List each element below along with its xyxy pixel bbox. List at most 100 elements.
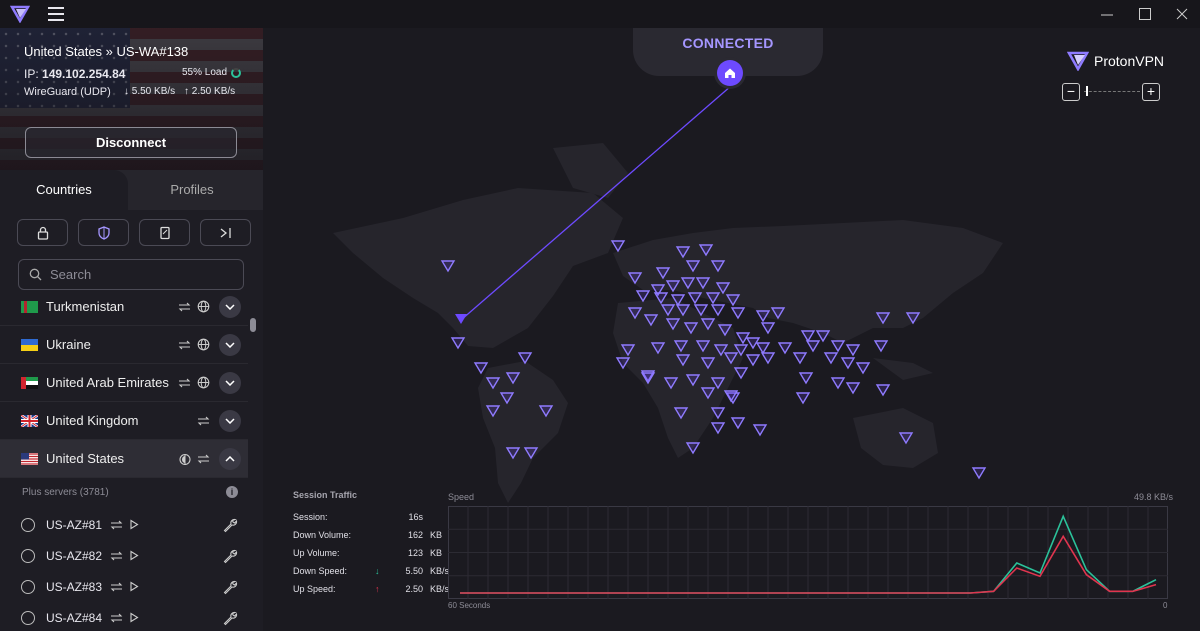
server-pin-icon[interactable] xyxy=(635,290,651,303)
server-pin-icon[interactable] xyxy=(760,352,776,365)
server-pin-icon[interactable] xyxy=(687,292,703,305)
expand-button[interactable] xyxy=(219,295,241,318)
turkmenistan-flag-icon xyxy=(21,300,38,313)
server-pin-icon[interactable] xyxy=(610,240,626,253)
connect-radio[interactable] xyxy=(21,579,35,594)
filter-secure-core-button[interactable] xyxy=(17,219,68,246)
expand-button[interactable] xyxy=(219,333,241,356)
collapse-button[interactable] xyxy=(219,447,241,470)
ukraine-flag-icon xyxy=(21,338,38,351)
server-pin-icon[interactable] xyxy=(730,307,746,320)
filter-streaming-button[interactable] xyxy=(139,219,190,246)
connect-radio[interactable] xyxy=(21,517,35,532)
close-button[interactable] xyxy=(1174,6,1190,22)
traffic-value: 123 xyxy=(407,548,423,558)
server-row[interactable]: US-AZ#81 xyxy=(0,509,248,540)
server-pin-icon[interactable] xyxy=(830,377,846,390)
zoom-in-button[interactable]: + xyxy=(1142,83,1160,101)
connect-radio[interactable] xyxy=(21,610,35,625)
feature-filters xyxy=(17,219,251,246)
server-pin-icon[interactable] xyxy=(971,467,987,480)
minimize-button[interactable] xyxy=(1099,6,1115,22)
wrench-icon[interactable] xyxy=(222,610,238,626)
country-row-turkmenistan[interactable]: Turkmenistan xyxy=(0,288,248,326)
x-axis-right-label: 0 xyxy=(1163,601,1168,610)
server-pin-icon[interactable] xyxy=(875,384,891,397)
traffic-unit: KB/s xyxy=(430,584,450,594)
chevron-down-icon xyxy=(225,341,235,348)
server-pin-icon[interactable] xyxy=(815,330,831,343)
scrollbar-thumb[interactable] xyxy=(250,318,256,332)
server-pin-icon[interactable] xyxy=(473,362,489,375)
expand-button[interactable] xyxy=(219,371,241,394)
country-row-united-kingdom[interactable]: United Kingdom xyxy=(0,402,248,440)
search-icon xyxy=(29,268,42,281)
server-pin-icon[interactable] xyxy=(845,382,861,395)
server-pin-icon[interactable] xyxy=(777,342,793,355)
server-pin-icon[interactable] xyxy=(830,340,846,353)
speed-graph xyxy=(448,506,1168,599)
chevron-down-icon xyxy=(225,379,235,386)
expand-button[interactable] xyxy=(219,409,241,432)
wrench-icon[interactable] xyxy=(222,548,238,564)
country-row-united-states[interactable]: United States xyxy=(0,440,248,478)
home-location-button[interactable] xyxy=(717,60,743,86)
server-pin-icon[interactable] xyxy=(792,352,808,365)
server-pin-icon[interactable] xyxy=(798,372,814,385)
server-pin-icon[interactable] xyxy=(745,354,761,367)
filter-netshield-button[interactable] xyxy=(78,219,129,246)
shield-icon xyxy=(97,225,110,240)
traffic-label: Up Speed: xyxy=(293,584,336,594)
wrench-icon[interactable] xyxy=(222,517,238,533)
server-pin-icon[interactable] xyxy=(710,422,726,435)
usa-flag-icon xyxy=(21,452,38,465)
server-pin-icon[interactable] xyxy=(517,352,533,365)
sidebar: United States » US-WA#138 IP: 149.102.25… xyxy=(0,28,263,631)
server-pin-icon[interactable] xyxy=(733,367,749,380)
tab-profiles[interactable]: Profiles xyxy=(128,170,256,210)
filter-tor-button[interactable] xyxy=(200,219,251,246)
brand-name: ProtonVPN xyxy=(1094,53,1165,69)
up-arrow-icon: ↑ xyxy=(375,584,380,594)
server-pin-icon[interactable] xyxy=(755,342,771,355)
country-row-united-arab-emirates[interactable]: United Arab Emirates xyxy=(0,364,248,402)
server-pin-icon[interactable] xyxy=(760,322,776,335)
server-pin-icon[interactable] xyxy=(795,392,811,405)
server-pin-icon[interactable] xyxy=(845,344,861,357)
disconnect-button[interactable]: Disconnect xyxy=(25,127,237,158)
server-pin-icon[interactable] xyxy=(450,337,466,350)
server-pin-icon[interactable] xyxy=(855,362,871,375)
connect-radio[interactable] xyxy=(21,548,35,563)
country-name: Turkmenistan xyxy=(46,299,125,314)
server-pin-icon[interactable] xyxy=(805,340,821,353)
zoom-out-button[interactable]: − xyxy=(1062,83,1080,101)
p2p-icon xyxy=(178,302,191,311)
server-pin-icon[interactable] xyxy=(730,417,746,430)
traffic-unit: KB xyxy=(430,530,443,540)
server-row[interactable]: US-AZ#84 xyxy=(0,602,248,631)
zoom-slider-thumb[interactable] xyxy=(1086,86,1088,96)
info-icon[interactable]: i xyxy=(226,486,238,498)
server-pin-icon[interactable] xyxy=(800,330,816,343)
maximize-button[interactable] xyxy=(1137,6,1153,22)
server-pin-icon[interactable] xyxy=(840,357,856,370)
search-input[interactable] xyxy=(50,267,230,282)
country-row-ukraine[interactable]: Ukraine xyxy=(0,326,248,364)
server-pin-icon[interactable] xyxy=(710,304,726,317)
server-row[interactable]: US-AZ#82 xyxy=(0,540,248,571)
sidebar-scrollbar[interactable] xyxy=(248,318,257,631)
server-pin-icon[interactable] xyxy=(873,340,889,353)
search-field[interactable] xyxy=(18,259,244,290)
session-traffic-panel: Session Traffic Session: 16s Down Volume:… xyxy=(293,490,449,602)
server-pin-icon[interactable] xyxy=(823,352,839,365)
server-pin-icon[interactable] xyxy=(752,424,768,437)
world-map[interactable]: CONNECTED ProtonVPN − + Session Traffic … xyxy=(263,28,1200,631)
wrench-icon[interactable] xyxy=(222,579,238,595)
x-axis-left-label: 60 Seconds xyxy=(448,601,491,610)
tab-countries[interactable]: Countries xyxy=(0,170,128,210)
traffic-row: Down Volume: 162 KB xyxy=(293,530,442,548)
server-row[interactable]: US-AZ#83 xyxy=(0,571,248,602)
zoom-control: − + xyxy=(1062,83,1162,101)
play-icon xyxy=(130,581,139,591)
menu-icon[interactable] xyxy=(48,7,64,21)
